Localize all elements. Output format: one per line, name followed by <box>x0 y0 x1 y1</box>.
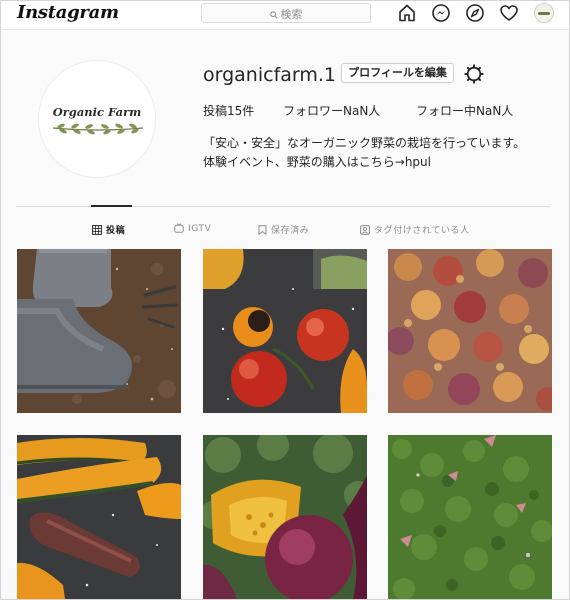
roasted-pumpkin-slices-photo <box>17 435 181 599</box>
top-navigation-bar: Instagram 検索 <box>2 1 569 30</box>
search-icon <box>269 11 278 19</box>
profile-bio: 「安心・安全」なオーガニック野菜の栽培を行っています。 体験イベント、野菜の購入… <box>203 134 525 172</box>
maple-leaves-photo <box>388 249 552 413</box>
tab-tagged-label: タグ付けされている人 <box>374 226 470 236</box>
search-placeholder: 検索 <box>280 8 303 21</box>
tagged-person-icon <box>360 225 370 235</box>
post-thumbnail-boots[interactable] <box>17 249 181 413</box>
bio-line-with-link[interactable]: 体験イベント、野菜の購入はこちら→hpul <box>203 153 525 172</box>
bookmark-icon <box>258 225 267 235</box>
roasted-tomatoes-photo <box>203 249 367 413</box>
followers-count-link[interactable]: フォロワーNaN人 <box>283 102 380 119</box>
avatar-logo-text: Organic Farm <box>52 105 142 119</box>
grid-icon <box>92 225 102 235</box>
post-thumbnail-tomatoes[interactable] <box>203 249 367 413</box>
profile-avatar-icon[interactable] <box>534 3 554 23</box>
following-count-link[interactable]: フォロー中NaN人 <box>416 102 513 119</box>
tab-posts[interactable]: 投稿 <box>92 223 125 236</box>
tab-igtv[interactable]: IGTV <box>174 223 211 234</box>
active-tab-indicator <box>91 205 132 207</box>
post-thumbnail-pumpkin-slices[interactable] <box>17 435 181 599</box>
explore-icon[interactable] <box>465 3 485 23</box>
post-thumbnail-moss[interactable] <box>388 435 552 599</box>
tab-tagged[interactable]: タグ付けされている人 <box>360 223 470 236</box>
igtv-icon <box>174 223 184 233</box>
edit-profile-button[interactable]: プロフィールを編集 <box>341 63 454 83</box>
tab-igtv-label: IGTV <box>188 224 212 234</box>
app-window: Instagram 検索 Organic Farm organicfarm.1 … <box>0 0 570 600</box>
instagram-logo[interactable]: Instagram <box>17 2 119 23</box>
moss-with-leaves-photo <box>388 435 552 599</box>
search-placeholder-area: 検索 <box>202 6 370 22</box>
bio-line: 「安心・安全」なオーガニック野菜の栽培を行っています。 <box>203 136 526 150</box>
tab-saved[interactable]: 保存済み <box>258 223 309 236</box>
search-input[interactable]: 検索 <box>201 3 371 23</box>
tab-posts-label: 投稿 <box>106 226 126 236</box>
profile-avatar[interactable]: Organic Farm <box>38 60 156 178</box>
activity-heart-icon[interactable] <box>499 3 519 23</box>
pumpkin-and-eggplant-photo <box>203 435 367 599</box>
messenger-icon[interactable] <box>431 3 451 23</box>
tab-saved-label: 保存済み <box>271 226 310 236</box>
profile-username: organicfarm.1 <box>203 64 337 86</box>
laurel-leaves-icon <box>52 123 144 135</box>
garden-boots-photo <box>17 249 181 413</box>
post-thumbnail-pumpkin-eggplant[interactable] <box>203 435 367 599</box>
settings-gear-icon[interactable] <box>463 63 485 85</box>
posts-count: 投稿15件 <box>203 104 255 118</box>
home-icon[interactable] <box>397 3 417 23</box>
post-thumbnail-leaves[interactable] <box>388 249 552 413</box>
